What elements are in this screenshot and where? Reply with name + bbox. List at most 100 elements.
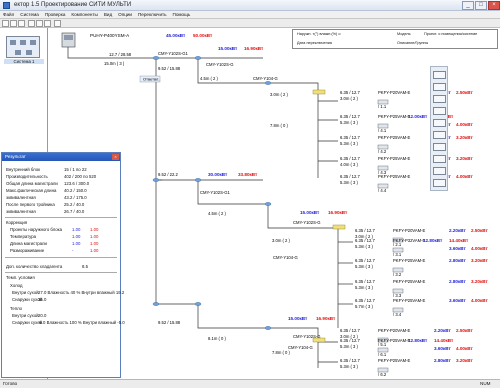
result-value: 25.2 / 40.0 xyxy=(64,202,85,207)
cut-icon[interactable] xyxy=(36,20,43,27)
branch-label: CMY-Y102S-G1 xyxy=(200,190,231,195)
indoor-node: / 3.4 xyxy=(393,312,402,317)
outdoor-unit-model: PUHY-P400YSM-A xyxy=(90,33,130,38)
indoor-pipe: 6.35 / 12.7 xyxy=(355,298,375,303)
menu-bar: Файл Система Проверка Компоненты Вид Опции Пер… xyxy=(0,11,500,19)
close-icon[interactable]: × xyxy=(112,154,119,160)
branch-label: CMY-Y102S-G1 xyxy=(158,51,189,56)
floor-unit-icon[interactable] xyxy=(433,143,446,151)
indoor-heat: 3.20кВт xyxy=(456,156,473,161)
indoor-heat: 3.20кВт xyxy=(471,258,488,263)
duct-unit-icon[interactable] xyxy=(433,119,446,127)
indoor-cool2: 3.60кВт xyxy=(449,246,466,251)
title-bar: ектор 1.5 Проектирование СИТИ МУЛЬТИ _ □… xyxy=(0,0,500,11)
heat-row-value: -5.0 Влажность 100 % Внутри влажный -5.0 xyxy=(38,320,125,325)
indoor-pipe: 6.35 / 12.7 xyxy=(340,156,360,161)
check-icon[interactable] xyxy=(44,20,51,27)
indoor-pipe: 6.35 / 12.7 xyxy=(355,258,375,263)
indoor-model: PKFY-P20VAM-E xyxy=(378,328,411,333)
menu-item-view[interactable]: Вид xyxy=(101,11,115,17)
result-panel-title[interactable]: Результат xyxy=(2,153,120,161)
indoor-pipe: 6.35 / 12.7 xyxy=(340,358,360,363)
menu-item-switch[interactable]: Переключить xyxy=(135,11,170,17)
result-panel[interactable]: Результат × Внутренний блок 15 / 1 по 22… xyxy=(1,152,125,378)
pipe-size: 9.52 / 22.2 xyxy=(158,172,178,177)
project-info-box: Наружн. т(°) влажн.(%) о Модель Проект. … xyxy=(292,29,498,49)
correction-title: Коррекция xyxy=(6,220,28,225)
menu-item-help[interactable]: Помощь xyxy=(170,11,194,17)
result-value: 43.2 / 175.0 xyxy=(64,195,87,200)
maximize-button[interactable]: □ xyxy=(475,1,487,10)
new-icon[interactable] xyxy=(2,20,9,27)
close-button[interactable]: × xyxy=(488,1,500,10)
correction-label: Размораживание xyxy=(10,248,45,253)
indoor-model: PKFY-P25VAM-E xyxy=(378,338,411,343)
indoor-length: 5.3m ( 3 ) xyxy=(340,180,359,185)
duct-unit-icon[interactable] xyxy=(433,131,446,139)
indoor-length: 5.3m ( 3 ) xyxy=(355,264,374,269)
indoor-pipe: 6.35 / 12.7 xyxy=(340,90,360,95)
open-icon[interactable] xyxy=(10,20,17,27)
indoor-cool: 12.00кВт xyxy=(408,114,428,119)
result-value: 15 / 1 по 22 xyxy=(64,167,87,172)
window-title: ектор 1.5 Проектирование СИТИ МУЛЬТИ xyxy=(14,2,132,8)
indoor-length: 5.3m ( 3 ) xyxy=(340,364,359,369)
branch-cool: 15.00кВт xyxy=(218,46,238,51)
indoor-pipe: 6.35 / 12.7 xyxy=(340,114,360,119)
info-row1-right-value: Проект. о помещения/системе xyxy=(424,32,478,36)
indoor-node: / 4.2 xyxy=(378,149,387,154)
system-label[interactable]: Система 1 xyxy=(4,59,44,64)
minimize-button[interactable]: _ xyxy=(462,1,474,10)
indoor-length: 5.3m ( 3 ) xyxy=(355,244,374,249)
wall-unit-icon[interactable] xyxy=(433,107,446,115)
floor-unit-icon[interactable] xyxy=(433,155,446,163)
ceiling-unit-icon[interactable] xyxy=(433,179,446,187)
branch-heat: 16.90кВт xyxy=(328,210,348,215)
refrigerant-value: 8.5 xyxy=(82,264,88,269)
correction-b: 1.00 xyxy=(90,248,99,253)
outdoor-unit-icon xyxy=(61,32,76,48)
menu-item-options[interactable]: Опции xyxy=(115,11,135,17)
indoor-heat2: 4.00кВт xyxy=(471,246,488,251)
cassette-unit-icon[interactable] xyxy=(433,83,446,91)
menu-item-system[interactable]: Система xyxy=(17,11,42,17)
branch-button-label: Ответвл. xyxy=(143,77,159,82)
menu-item-check[interactable]: Проверка xyxy=(42,11,69,17)
print-icon[interactable] xyxy=(28,20,35,27)
branch-heat: 16.90кВт xyxy=(316,316,336,321)
indoor-pipe: 6.35 / 12.7 xyxy=(355,279,375,284)
indoor-model: PKFY-P25VAM-E xyxy=(393,298,426,303)
indoor-cool: 12.80кВт xyxy=(408,338,428,343)
indoor-heat: 4.00кВт xyxy=(471,298,488,303)
outdoor-cool: 45.00кВт xyxy=(166,33,186,38)
menu-item-file[interactable]: Файл xyxy=(0,11,17,17)
menu-item-components[interactable]: Компоненты xyxy=(68,11,100,17)
indoor-model: PKFY-P25VAM-E xyxy=(378,174,411,179)
correction-label: Длина магистрали xyxy=(10,241,47,246)
branch-label: CMY-Y102S-G xyxy=(293,334,321,339)
indoor-node: / 1.1 xyxy=(378,104,387,109)
indoor-node: / 6.2 xyxy=(378,372,387,377)
wall-unit-icon[interactable] xyxy=(433,95,446,103)
cold-title: Холод xyxy=(10,283,23,288)
branch-cool: 15.00кВт xyxy=(300,210,320,215)
unit-palette[interactable] xyxy=(430,66,448,191)
pipe-length: 4.5m ( 2 ) xyxy=(200,76,219,81)
pipe-length: 3.0m ( 2 ) xyxy=(272,238,291,243)
indoor-heat: 2.50кВт xyxy=(471,228,488,233)
result-label: Макс.фактическая длина xyxy=(6,188,57,193)
cassette-unit-icon[interactable] xyxy=(433,71,446,79)
indoor-model: PKFY-P25VAM-E xyxy=(378,358,411,363)
system-icon[interactable] xyxy=(6,36,40,58)
result-value: 402 / 200 по 520 xyxy=(64,174,97,179)
result-value: 40.2 / 150.0 xyxy=(64,188,87,193)
indoor-heat: 14.40кВт xyxy=(434,338,454,343)
ceiling-unit-icon[interactable] xyxy=(433,167,446,175)
indoor-length: 5.3m ( 3 ) xyxy=(340,344,359,349)
help-icon[interactable] xyxy=(54,20,61,27)
cold-row-label: Внутри сухой xyxy=(12,290,39,295)
indoor-length: 5.3m ( 3 ) xyxy=(355,285,374,290)
save-icon[interactable] xyxy=(18,20,25,27)
indoor-heat: 2.50кВт xyxy=(456,90,473,95)
info-row1-right-label: Модель xyxy=(397,32,411,36)
